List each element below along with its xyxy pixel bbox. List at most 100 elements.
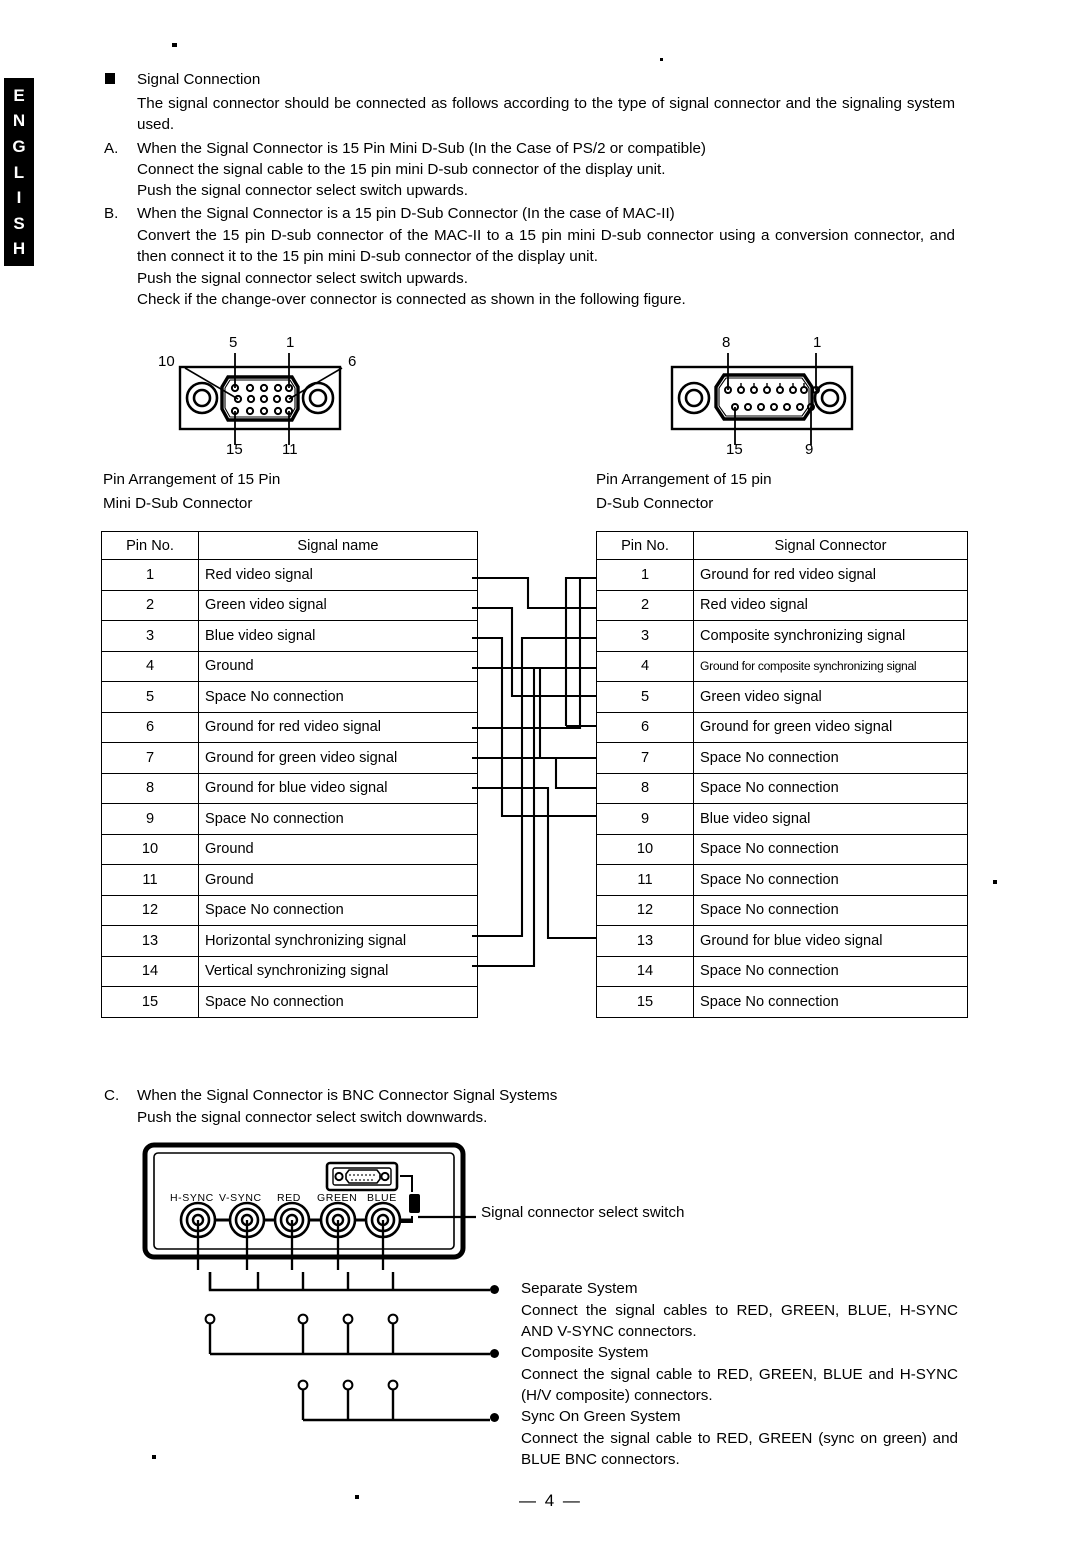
signal-name-cell: Space No connection: [693, 742, 968, 774]
signal-name-cell: Space No connection: [693, 772, 968, 804]
signal-name-cell: Space No connection: [693, 986, 968, 1018]
pin-number-cell: 11: [596, 864, 694, 896]
lang-letter: N: [12, 111, 26, 131]
section-heading-signal-connection: Signal Connection: [137, 71, 261, 88]
table-row: 12 Space No connection: [101, 894, 478, 926]
lang-letter: S: [13, 213, 25, 233]
signal-name-cell: Ground for green video signal: [198, 742, 478, 774]
pin-number-cell: 10: [101, 833, 199, 865]
mini-dsub-caption-line2: Mini D-Sub Connector: [103, 495, 253, 512]
system-1-description: Connect the signal cables to RED, GREEN,…: [521, 1302, 958, 1340]
section-bullet-icon: [105, 73, 115, 84]
table-row: 3 Composite synchronizing signal: [596, 620, 968, 652]
section-intro-text: The signal connector should be connected…: [137, 95, 955, 133]
dsub-caption-line1: Pin Arrangement of 15 pin: [596, 471, 772, 488]
table-row: 7 Space No connection: [596, 742, 968, 774]
pin-number-cell: 12: [596, 894, 694, 926]
dsub-pin-label-1: 1: [813, 334, 822, 351]
pin-table-mini-dsub: Pin No. Signal name 1 Red video signal 2 Gr…: [101, 531, 478, 1018]
pin-number-cell: 1: [101, 559, 199, 591]
bnc-label-red: RED: [277, 1192, 301, 1204]
table-row: 14 Vertical synchronizing signal: [101, 955, 478, 987]
pin-number-cell: 2: [596, 589, 694, 621]
table-row: 4 Ground for composite synchronizing sign…: [596, 650, 968, 682]
signal-name-cell: Ground: [198, 650, 478, 682]
signal-name-cell: Blue video signal: [693, 803, 968, 835]
pin-number-cell: 14: [596, 955, 694, 987]
item-a-marker: A.: [104, 140, 119, 157]
table-row: 10 Space No connection: [596, 833, 968, 865]
dsub-connector-figure: 8 1 15 9: [650, 335, 890, 465]
mini-dsub-connector-figure: 5 1 10 6 15 11: [150, 335, 390, 465]
pin-number-cell: 9: [596, 803, 694, 835]
scan-speck: [355, 1495, 359, 1499]
signal-name-cell: Green video signal: [693, 681, 968, 713]
table-row: 5 Space No connection: [101, 681, 478, 713]
table-row: 2 Green video signal: [101, 589, 478, 621]
signal-name-cell: Space No connection: [693, 894, 968, 926]
item-c-title: When the Signal Connector is BNC Connect…: [137, 1087, 558, 1104]
lang-letter: L: [13, 162, 25, 182]
pin-number-cell: 5: [596, 681, 694, 713]
pin-number-cell: 12: [101, 894, 199, 926]
dsub-pin-label-15: 15: [726, 441, 743, 458]
table-row: 11 Space No connection: [596, 864, 968, 896]
table-row: 12 Space No connection: [596, 894, 968, 926]
item-c-line-2: Push the signal connector select switch …: [137, 1109, 488, 1126]
signal-name-cell: Ground for blue video signal: [198, 772, 478, 804]
table-row: 14 Space No connection: [596, 955, 968, 987]
table-row: 15 Space No connection: [596, 986, 968, 1018]
lang-letter: I: [16, 188, 22, 208]
mini-dsub-pin-label-10: 10: [158, 353, 175, 370]
dsub-caption-line2: D-Sub Connector: [596, 495, 714, 512]
signal-name-cell: Blue video signal: [198, 620, 478, 652]
signal-name-cell: Space No connection: [198, 894, 478, 926]
table-row: 1 Ground for red video signal: [596, 559, 968, 591]
system-bullet-icon: [490, 1349, 499, 1358]
scan-speck: [152, 1455, 156, 1459]
bnc-label-blue: BLUE: [367, 1192, 397, 1204]
column-header-pin-no: Pin No.: [596, 531, 694, 560]
lang-letter: E: [13, 85, 25, 105]
signal-name-cell: Green video signal: [198, 589, 478, 621]
signal-name-cell: Space No connection: [693, 955, 968, 987]
pin-table-dsub: Pin No. Signal Connector 1 Ground for red…: [596, 531, 968, 1018]
dsub-pin-label-9: 9: [805, 441, 814, 458]
pin-number-cell: 7: [101, 742, 199, 774]
table-row: 3 Blue video signal: [101, 620, 478, 652]
signal-name-cell: Space No connection: [198, 803, 478, 835]
language-tab-english: E N G L I S H: [4, 78, 34, 266]
lang-letter: G: [12, 136, 26, 156]
signal-name-cell: Ground: [198, 833, 478, 865]
system-bullet-icon: [490, 1285, 499, 1294]
pin-number-cell: 1: [596, 559, 694, 591]
signal-name-cell: Vertical synchronizing signal: [198, 955, 478, 987]
table-row: 5 Green video signal: [596, 681, 968, 713]
mini-dsub-pin-label-15: 15: [226, 441, 243, 458]
table-row: 13 Horizontal synchronizing signal: [101, 925, 478, 957]
item-c-marker: C.: [104, 1087, 120, 1104]
signal-name-cell: Ground for red video signal: [198, 711, 478, 743]
signal-name-cell: Horizontal synchronizing signal: [198, 925, 478, 957]
table-row: 11 Ground: [101, 864, 478, 896]
pin-number-cell: 13: [596, 925, 694, 957]
switch-callout-label: Signal connector select switch: [481, 1204, 685, 1221]
mini-dsub-pin-label-11: 11: [282, 441, 298, 458]
system-bullet-icon: [490, 1413, 499, 1422]
pin-number-cell: 11: [101, 864, 199, 896]
item-b-body: Convert the 15 pin D-sub connector of th…: [137, 227, 955, 265]
pin-number-cell: 4: [596, 650, 694, 682]
item-a-title: When the Signal Connector is 15 Pin Mini…: [137, 140, 706, 157]
item-b-line-2: Check if the change-over connector is co…: [137, 291, 686, 308]
pin-number-cell: 3: [596, 620, 694, 652]
signal-name-cell: Space No connection: [693, 864, 968, 896]
signal-name-cell: Space No connection: [693, 833, 968, 865]
item-a-line-2: Push the signal connector select switch …: [137, 182, 468, 199]
table-row: 10 Ground: [101, 833, 478, 865]
table-row: 1 Red video signal: [101, 559, 478, 591]
pin-number-cell: 8: [101, 772, 199, 804]
mini-dsub-caption-line1: Pin Arrangement of 15 Pin: [103, 471, 281, 488]
signal-name-cell: Ground for composite synchronizing signa…: [693, 650, 968, 682]
table-row: 2 Red video signal: [596, 589, 968, 621]
lang-letter: H: [12, 239, 26, 259]
